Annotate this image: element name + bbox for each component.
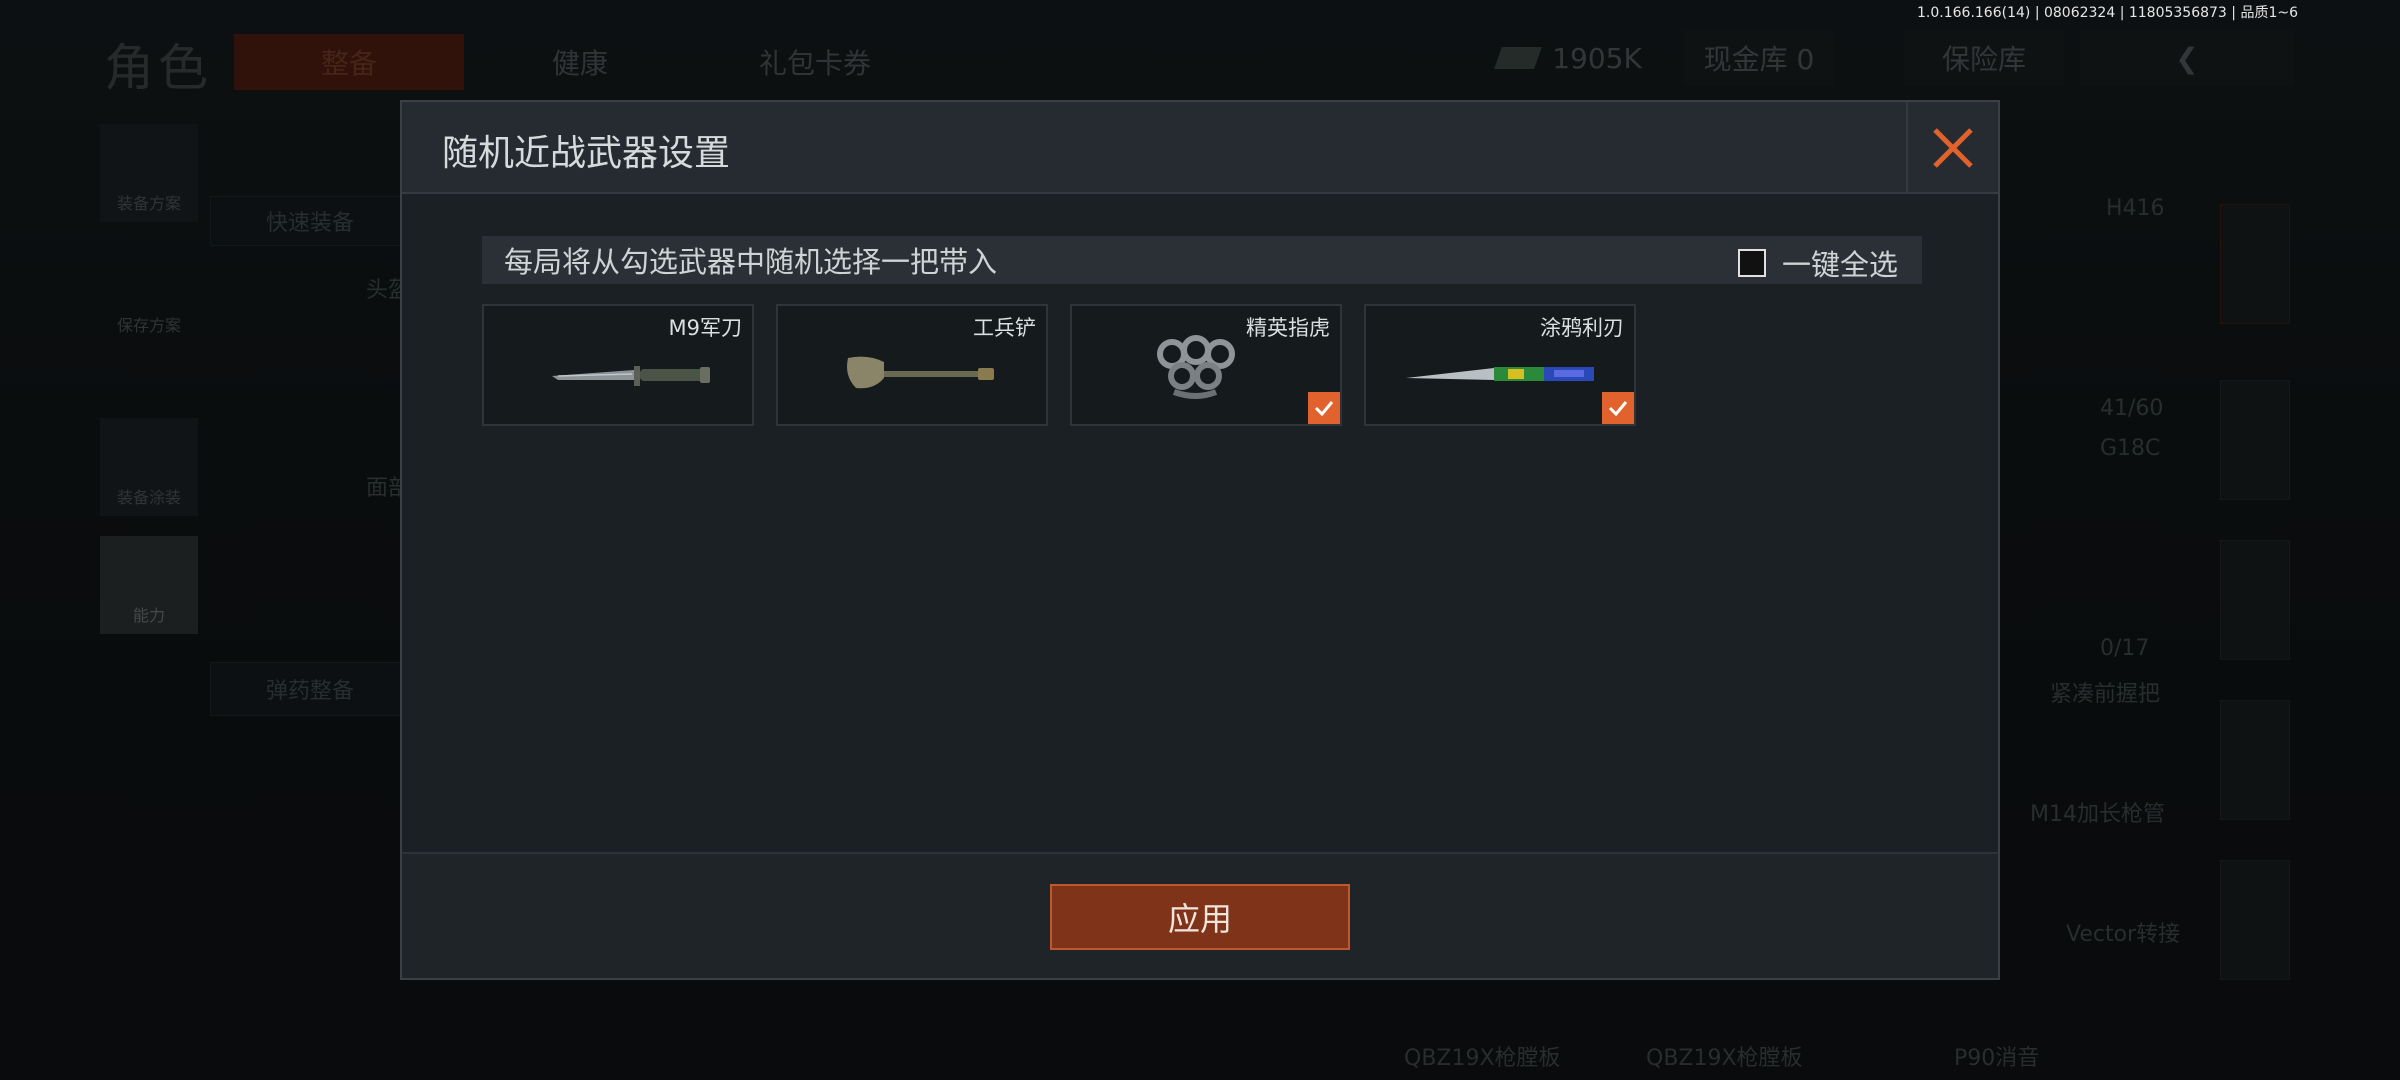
- weapon-card-graffiti-blade[interactable]: 涂鸦利刃: [1364, 304, 1636, 426]
- dialog-header: 随机近战武器设置: [402, 102, 1998, 194]
- close-button[interactable]: [1906, 102, 1998, 194]
- weapon-list: M9军刀 工兵铲 精英指虎 涂鸦利刃: [482, 304, 1636, 426]
- select-all-label: 一键全选: [1781, 248, 1898, 282]
- instruction-text: 每局将从勾选武器中随机选择一把带入: [504, 245, 998, 279]
- checkmark-icon: [1314, 401, 1334, 417]
- dialog-footer: 应用: [402, 852, 1998, 978]
- checked-checkbox[interactable]: [1602, 392, 1634, 424]
- weapon-card-knuckles[interactable]: 精英指虎: [1070, 304, 1342, 426]
- dialog-title: 随机近战武器设置: [442, 133, 731, 174]
- shovel-icon: [847, 356, 994, 389]
- bayonet-icon: [552, 366, 710, 386]
- weapon-name: M9军刀: [668, 316, 742, 340]
- knuckles-icon: [1157, 335, 1235, 399]
- weapon-name: 涂鸦利刃: [1540, 316, 1624, 340]
- select-all-checkbox[interactable]: [1737, 249, 1766, 277]
- instruction-bar: 每局将从勾选武器中随机选择一把带入 一键全选: [482, 236, 1922, 284]
- random-melee-dialog: 随机近战武器设置 每局将从勾选武器中随机选择一把带入 一键全选 M9军刀 工兵铲…: [400, 100, 2000, 980]
- weapon-card-m9[interactable]: M9军刀: [482, 304, 754, 426]
- version-info: 1.0.166.166(14) | 08062324 | 11805356873…: [1917, 5, 2298, 21]
- checked-checkbox[interactable]: [1308, 392, 1340, 424]
- weapon-name: 工兵铲: [973, 316, 1036, 340]
- butterfly-knife-icon: [1406, 367, 1594, 381]
- select-all-toggle[interactable]: 一键全选: [1737, 242, 1898, 284]
- weapon-card-shovel[interactable]: 工兵铲: [776, 304, 1048, 426]
- apply-button[interactable]: 应用: [1050, 884, 1350, 950]
- close-icon: [1933, 128, 1973, 168]
- checkmark-icon: [1608, 401, 1628, 417]
